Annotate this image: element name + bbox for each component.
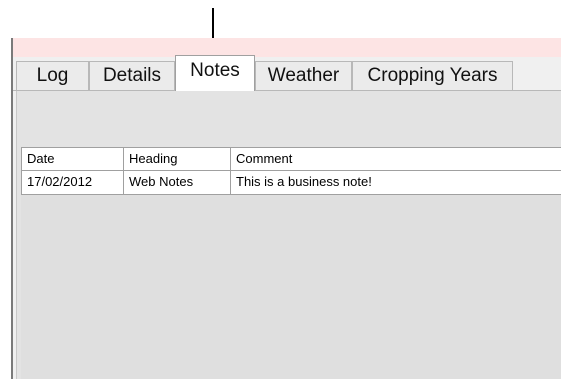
notes-grid[interactable]: Date Heading Comment 17/02/2012 Web Note… bbox=[21, 147, 561, 379]
cell-date[interactable]: 17/02/2012 bbox=[21, 171, 124, 194]
cell-comment[interactable]: This is a business note! bbox=[231, 171, 561, 194]
tab-cropping-years[interactable]: Cropping Years bbox=[352, 61, 513, 90]
column-header-heading[interactable]: Heading bbox=[124, 148, 231, 170]
table-row[interactable]: 17/02/2012 Web Notes This is a business … bbox=[21, 171, 561, 195]
column-header-comment[interactable]: Comment bbox=[231, 148, 561, 170]
tab-notes[interactable]: Notes bbox=[175, 55, 255, 91]
tab-log[interactable]: Log bbox=[16, 61, 89, 90]
column-header-date[interactable]: Date bbox=[21, 148, 124, 170]
tab-weather[interactable]: Weather bbox=[255, 61, 352, 90]
annotation-arrow-shaft bbox=[212, 8, 214, 42]
app-window: Log Details Notes Weather Cropping Years… bbox=[0, 0, 561, 379]
title-strip bbox=[13, 38, 561, 57]
tab-details[interactable]: Details bbox=[89, 61, 175, 90]
cell-heading[interactable]: Web Notes bbox=[124, 171, 231, 194]
grid-header-row: Date Heading Comment bbox=[21, 147, 561, 171]
